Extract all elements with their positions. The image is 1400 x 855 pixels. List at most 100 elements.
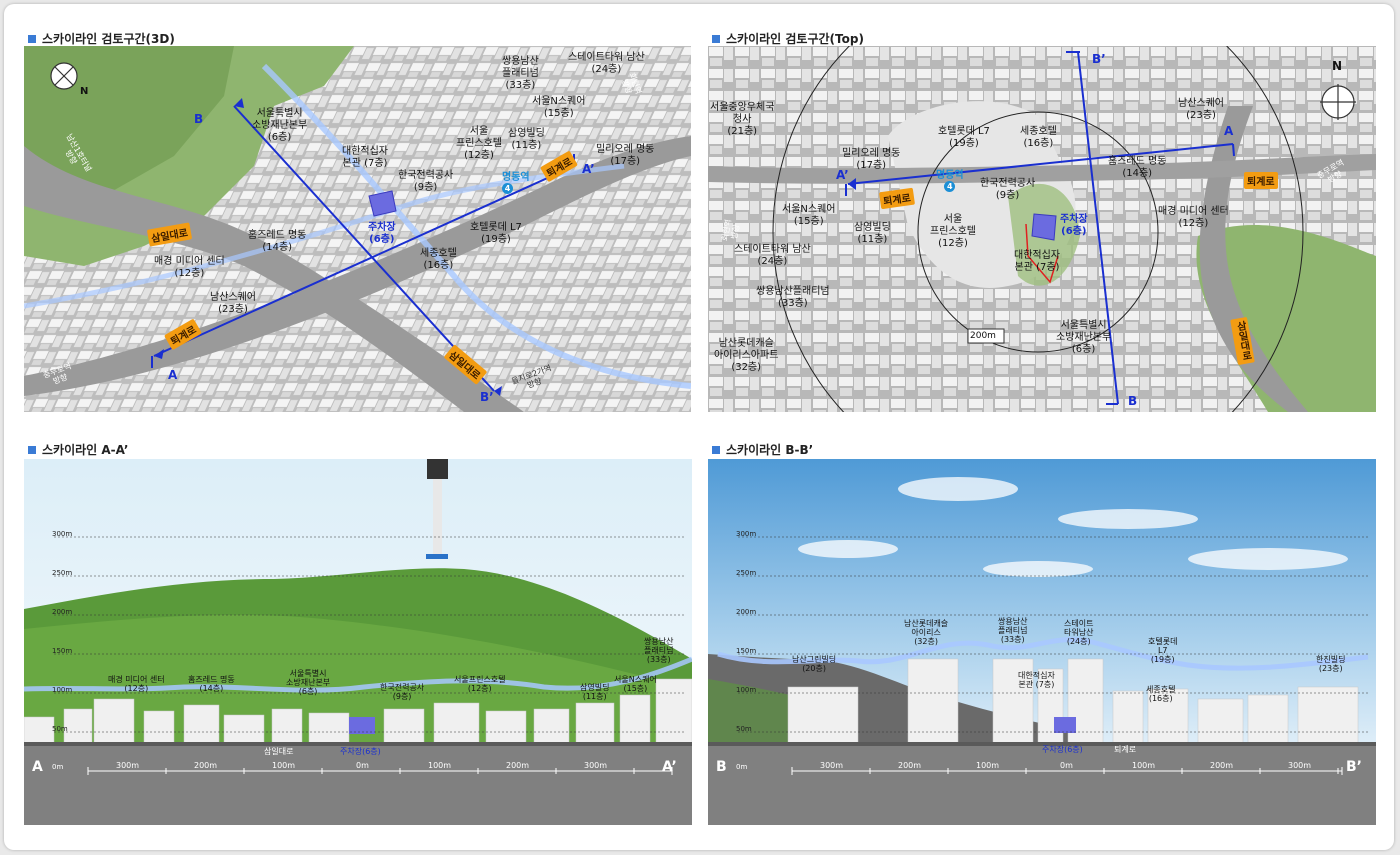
height-aa-200: 200m — [52, 608, 73, 616]
label-3d-prince: 서울 프린스호텔 (12층) — [456, 126, 502, 161]
label-3d-lotte: 호텔롯데 L7 (19층) — [470, 222, 522, 245]
height-bb-250: 250m — [736, 569, 757, 577]
panel-3d-scene — [24, 46, 691, 412]
road-bb-toegye: 퇴계로 — [1114, 745, 1137, 754]
parking-aa: 주차장(6층) — [340, 747, 381, 756]
height-bb-200: 200m — [736, 608, 757, 616]
station-top: 명동역 4 — [936, 166, 964, 192]
point-top-a: A — [1224, 124, 1234, 138]
height-bb-0: 0m — [736, 763, 748, 771]
scale-bb-300-right: 300m — [1288, 761, 1312, 770]
label-3d-nsquare: 서울N스퀘어 (15층) — [532, 96, 586, 119]
label-top-nsquare: 서울N스퀘어 (15층) — [782, 204, 836, 227]
panel-top: 서울중앙우체국 청사 (21층) 밀리오레 명동 (17층) 호텔롯데 L7 (… — [708, 46, 1376, 412]
panel-bb: 300m 250m 200m 150m 100m 50m 0m 남산그린빌딩 (… — [708, 459, 1376, 825]
end-aa-a: A — [32, 759, 43, 775]
title-bullet — [28, 34, 36, 43]
label-top-holmes: 홈즈레드 명동 (14층) — [1108, 156, 1167, 179]
point-top-b: B — [1128, 394, 1138, 408]
point-3d-b: B — [194, 112, 204, 126]
label-top-sejong: 세종호텔 (16층) — [1020, 126, 1057, 149]
station-top-name: 명동역 — [936, 170, 964, 181]
dir-top-hoehyeon: 회현역 방향 — [720, 218, 742, 242]
scale-bb-0: 0m — [1060, 761, 1073, 770]
title-bullet — [28, 445, 36, 454]
label-aa-ssangyong: 쌍용남산 플래티넘 (33층) — [644, 637, 674, 664]
label-top-kepco: 한국전력공사 (9층) — [980, 178, 1036, 201]
label-3d-namsan-square: 남산스퀘어 (23층) — [210, 292, 256, 315]
label-3d-sobang: 서울특별시 소방재난본부 (6층) — [252, 108, 308, 143]
label-bb-lottecastle: 남산롯데캐슬 아이리스 (32층) — [904, 619, 949, 646]
title-bullet — [712, 445, 720, 454]
end-aa-a-prime: A’ — [662, 759, 677, 775]
label-top-samyoung: 삼영빌딩 (11층) — [854, 222, 891, 245]
label-aa-samyoung: 삼영빌딩 (11층) — [580, 683, 610, 701]
panel-3d-title-text: 스카이라인 검토구간(3D) — [42, 32, 175, 46]
station-3d: 명동역 4 — [502, 168, 530, 194]
road-top-toegye-2: 퇴계로 — [1244, 172, 1278, 189]
point-3d-a: A — [168, 368, 178, 382]
scale-bb-100-left: 100m — [976, 761, 1000, 770]
scale-bb-200-right: 200m — [1210, 761, 1234, 770]
scale-bb-100-right: 100m — [1132, 761, 1156, 770]
station-3d-name: 명동역 — [502, 172, 530, 183]
panel-bb-title-text: 스카이라인 B-B’ — [726, 443, 814, 457]
label-top-post: 서울중앙우체국 청사 (21층) — [710, 102, 775, 137]
height-bb-150: 150m — [736, 647, 757, 655]
label-bb-lotte: 호텔롯데 L7 (19층) — [1148, 637, 1178, 664]
label-top-parking: 주차장 (6층) — [1060, 214, 1088, 237]
station-top-number: 4 — [944, 181, 956, 192]
label-aa-sobang: 서울특별시 소방재난본부 (6층) — [286, 669, 331, 696]
label-top-lottecastle: 남산롯데캐슬 아이리스아파트 (32층) — [714, 338, 779, 373]
scale-aa-200-left: 200m — [194, 761, 218, 770]
label-3d-maekyung: 매경 미디어 센터 (12층) — [154, 256, 225, 279]
panel-aa-title: 스카이라인 A-A’ — [28, 441, 128, 458]
panel-top-scene — [708, 46, 1376, 412]
panel-bb-scene — [708, 459, 1376, 825]
parking-bb: 주차장(6층) — [1042, 745, 1083, 754]
label-3d-redcross: 대한적십자 본관 (7층) — [342, 146, 388, 169]
label-top-prince: 서울 프린스호텔 (12층) — [930, 214, 976, 249]
label-top-maekyung: 매경 미디어 센터 (12층) — [1158, 206, 1229, 229]
scale-bb-300-left: 300m — [820, 761, 844, 770]
label-top-redcross: 대한적십자 본관 (7층) — [1014, 250, 1060, 273]
label-bb-greenbldg: 남산그린빌딩 (20층) — [792, 655, 837, 673]
label-top-lotte: 호텔롯데 L7 (19층) — [938, 126, 990, 149]
radius-top-200m: 200m — [970, 331, 996, 341]
panel-top-title-text: 스카이라인 검토구간(Top) — [726, 32, 864, 46]
height-aa-150: 150m — [52, 647, 73, 655]
label-bb-hanjin: 한진빌딩 (23층) — [1316, 655, 1346, 673]
label-bb-sejong: 세종호텔 (16층) — [1146, 685, 1176, 703]
label-top-namsan-square: 남산스퀘어 (23층) — [1178, 98, 1224, 121]
height-bb-300: 300m — [736, 530, 757, 538]
title-bullet — [712, 34, 720, 43]
label-3d-holmes: 홈즈레드 명동 (14층) — [248, 230, 307, 253]
label-bb-state: 스테이트 타워남산 (24층) — [1064, 619, 1094, 646]
label-top-milliore: 밀리오레 명동 (17층) — [842, 148, 901, 171]
label-bb-redcross: 대한적십자 본관 (7층) — [1018, 671, 1055, 689]
station-3d-number: 4 — [502, 183, 513, 194]
panel-top-title: 스카이라인 검토구간(Top) — [712, 30, 864, 47]
scale-aa-100-right: 100m — [428, 761, 452, 770]
label-top-sobang: 서울특별시 소방재난본부 (6층) — [1056, 320, 1112, 355]
label-top-state: 스테이트타워 남산 (24층) — [734, 244, 811, 267]
label-3d-ssangyong: 쌍용남산 플래티넘 (33층) — [502, 56, 539, 91]
label-aa-maekyung: 매경 미디어 센터 (12층) — [108, 675, 165, 693]
compass-3d-n: N — [80, 86, 89, 97]
point-3d-a-prime: A’ — [582, 162, 595, 176]
panel-aa: 300m 250m 200m 150m 100m 50m 0m 매경 미디어 센… — [24, 459, 692, 825]
compass-top-n: N — [1332, 59, 1343, 73]
end-bb-b-prime: B’ — [1346, 759, 1362, 775]
height-aa-50: 50m — [52, 725, 68, 733]
label-3d-samyoung: 삼영빌딩 (11층) — [508, 128, 545, 151]
label-top-ssangyong: 쌍용남산플래티넘 (33층) — [756, 286, 830, 309]
scale-aa-100-left: 100m — [272, 761, 296, 770]
scale-aa-200-right: 200m — [506, 761, 530, 770]
panel-3d-title: 스카이라인 검토구간(3D) — [28, 30, 175, 47]
height-aa-250: 250m — [52, 569, 73, 577]
height-aa-100: 100m — [52, 686, 73, 694]
label-aa-nsquare: 서울N스퀘어 (15층) — [614, 675, 657, 693]
scale-bb-200-left: 200m — [898, 761, 922, 770]
height-aa-0: 0m — [52, 763, 64, 771]
label-aa-kepco: 한국전력공사 (9층) — [380, 683, 425, 701]
